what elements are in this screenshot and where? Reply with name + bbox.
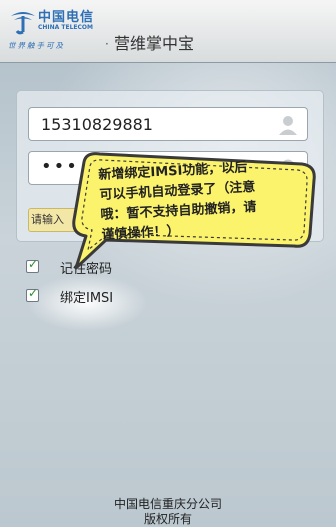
- logo-english-name: CHINA TELECOM: [38, 24, 93, 31]
- title-separator: ·: [105, 37, 109, 51]
- app-header: 中国电信 CHINA TELECOM 世界触手可及 · 营维掌中宝: [0, 0, 336, 63]
- username-input[interactable]: 15310829881: [28, 107, 308, 141]
- check-icon: ✓: [28, 286, 39, 300]
- app-title: 营维掌中宝: [114, 34, 195, 53]
- username-value: 15310829881: [41, 115, 153, 134]
- copyright-footer: 中国电信重庆分公司 版权所有: [0, 497, 336, 527]
- tooltip-message: 新增绑定IMSI功能，以后 可以手机自动登录了（注意 哦：暂不支持自助撤销，请 …: [98, 155, 316, 246]
- footer-company: 中国电信重庆分公司: [113, 497, 222, 511]
- bind-imsi-label: 绑定IMSI: [60, 291, 114, 306]
- logo-chinese-name: 中国电信: [38, 10, 95, 25]
- china-telecom-logo-icon: [11, 12, 35, 35]
- bind-imsi-checkbox[interactable]: ✓: [26, 286, 39, 302]
- logo-slogan: 世界触手可及: [8, 41, 65, 50]
- user-icon: [279, 116, 297, 135]
- footer-rights: 版权所有: [143, 512, 192, 526]
